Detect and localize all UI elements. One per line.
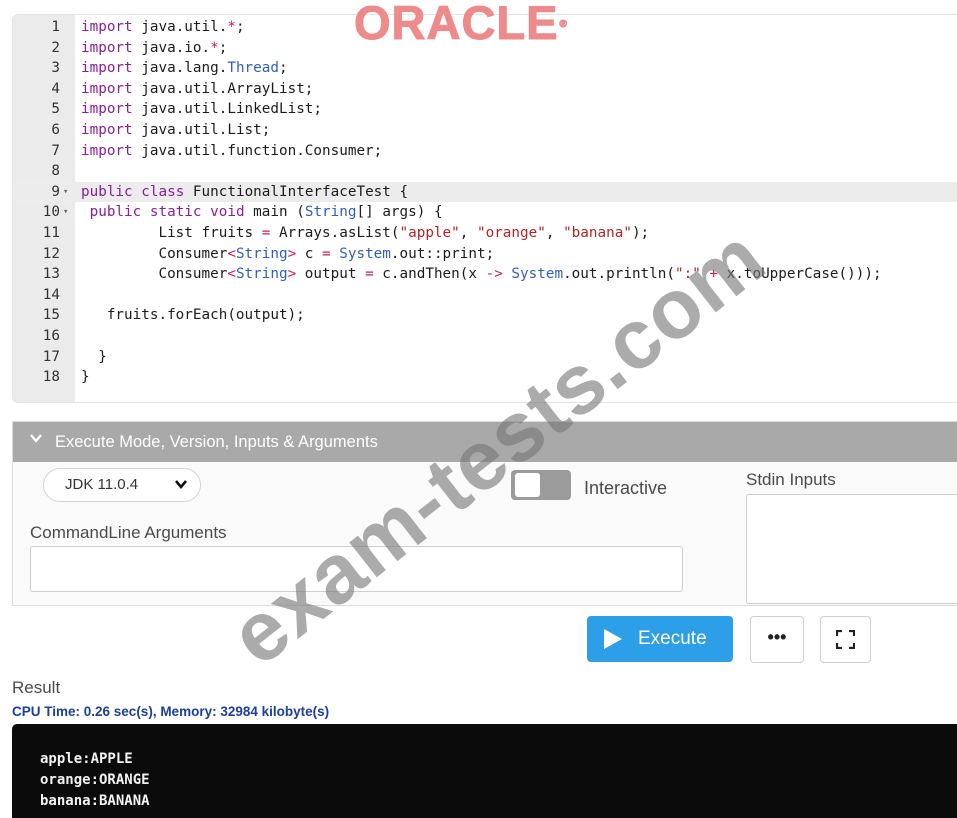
code-line[interactable]: 4 import java.util.ArrayList; <box>13 79 957 100</box>
code-text: import java.io.*; <box>81 39 228 56</box>
line-number: 11 <box>42 225 60 241</box>
play-icon <box>603 628 623 650</box>
line-number: 14 <box>42 286 60 303</box>
code-text: public class FunctionalInterfaceTest { <box>81 183 409 200</box>
output-line: orange:ORANGE <box>40 772 150 788</box>
registered-mark: ® <box>559 19 568 31</box>
line-number: 2 <box>51 39 60 56</box>
chevron-down-icon <box>174 477 188 491</box>
interactive-label: Interactive <box>584 478 668 498</box>
code-line[interactable]: 13 Consumer<String> output = c.andThen(x… <box>13 264 957 285</box>
line-number: 8 <box>51 163 60 180</box>
result-heading: Result <box>12 678 61 697</box>
oracle-logo: ORACLE® <box>353 0 568 49</box>
code-text: fruits.forEach(output); <box>81 307 305 324</box>
code-line[interactable]: 6 import java.util.List; <box>13 120 957 141</box>
line-number: 9 <box>51 183 60 200</box>
output-console: apple:APPLE orange:ORANGE banana:BANANA <box>12 724 957 818</box>
line-number: 3 <box>51 60 60 77</box>
line-number: 7 <box>51 142 60 159</box>
execute-button[interactable]: Execute <box>587 616 733 662</box>
code-line[interactable]: 5 import java.util.LinkedList; <box>13 99 957 120</box>
code-line[interactable]: 18} <box>13 367 957 388</box>
code-line[interactable]: 12 Consumer<String> c = System.out::prin… <box>13 244 957 265</box>
code-text: import java.util.List; <box>81 122 271 138</box>
execute-button-label: Execute <box>638 628 707 649</box>
code-line[interactable]: 8 <box>13 161 957 182</box>
code-line[interactable]: 7 import java.util.function.Consumer; <box>13 141 957 162</box>
line-number: 12 <box>42 245 60 262</box>
code-text: import java.util.LinkedList; <box>81 101 323 118</box>
line-number: 1 <box>51 19 60 35</box>
stdin-inputs-label: Stdin Inputs <box>746 470 836 489</box>
code-text: } <box>81 348 107 365</box>
code-text: import java.util.function.Consumer; <box>81 142 383 159</box>
more-options-button[interactable]: ••• <box>750 616 804 663</box>
code-text: List fruits = Arrays.asList("apple", "or… <box>81 225 650 241</box>
code-line[interactable]: 14 <box>13 285 957 306</box>
fold-arrow-icon[interactable]: ▾ <box>63 182 68 203</box>
line-number: 18 <box>42 369 60 386</box>
code-line[interactable]: 10 ▾ public static void main (String[] ar… <box>13 202 957 223</box>
code-text: Consumer<String> c = System.out::print; <box>81 245 495 262</box>
line-number: 4 <box>51 80 60 97</box>
line-number: 16 <box>42 328 60 344</box>
code-line[interactable]: 15 fruits.forEach(output); <box>13 305 957 326</box>
line-number: 5 <box>51 101 60 118</box>
chevron-down-icon <box>29 430 43 450</box>
fullscreen-button[interactable] <box>820 616 871 663</box>
line-number: 13 <box>42 266 60 283</box>
code-text: import java.util.ArrayList; <box>81 80 314 97</box>
code-text: public static void main (String[] args) … <box>89 204 443 221</box>
jdk-version-select[interactable]: JDK 11.0.4 <box>43 468 201 502</box>
line-number: 15 <box>42 307 60 324</box>
code-text: import java.lang.Thread; <box>81 60 288 77</box>
jdk-version-value: JDK 11.0.4 <box>65 476 139 493</box>
code-line[interactable]: 17 } <box>13 347 957 368</box>
code-line[interactable]: 11 List fruits = Arrays.asList("apple", … <box>13 223 957 244</box>
line-number: 10 <box>42 204 60 221</box>
code-text: import java.util.*; <box>81 19 245 35</box>
commandline-arguments-label: CommandLine Arguments <box>30 523 227 542</box>
fullscreen-icon <box>836 630 855 649</box>
oracle-logo-text: ORACLE <box>353 0 559 49</box>
stdin-inputs-field[interactable] <box>746 494 957 604</box>
execute-options-title: Execute Mode, Version, Inputs & Argument… <box>55 433 378 451</box>
fold-arrow-icon[interactable]: ▾ <box>63 202 68 223</box>
code-line[interactable]: 16 <box>13 326 957 347</box>
code-editor[interactable]: 1 import java.util.*; 2 import java.io.*; 3 i… <box>12 14 957 403</box>
code-text: } <box>81 369 90 386</box>
output-line: banana:BANANA <box>40 793 150 809</box>
ellipsis-icon: ••• <box>767 627 787 647</box>
code-line[interactable]: 9 ▾ public class FunctionalInterfaceTest { <box>13 181 957 203</box>
line-number: 6 <box>51 122 60 138</box>
line-number: 17 <box>42 348 60 365</box>
cpu-memory-stats: CPU Time: 0.26 sec(s), Memory: 32984 kil… <box>12 704 330 719</box>
code-line[interactable]: 3 import java.lang.Thread; <box>13 58 957 79</box>
output-line: apple:APPLE <box>40 751 133 767</box>
